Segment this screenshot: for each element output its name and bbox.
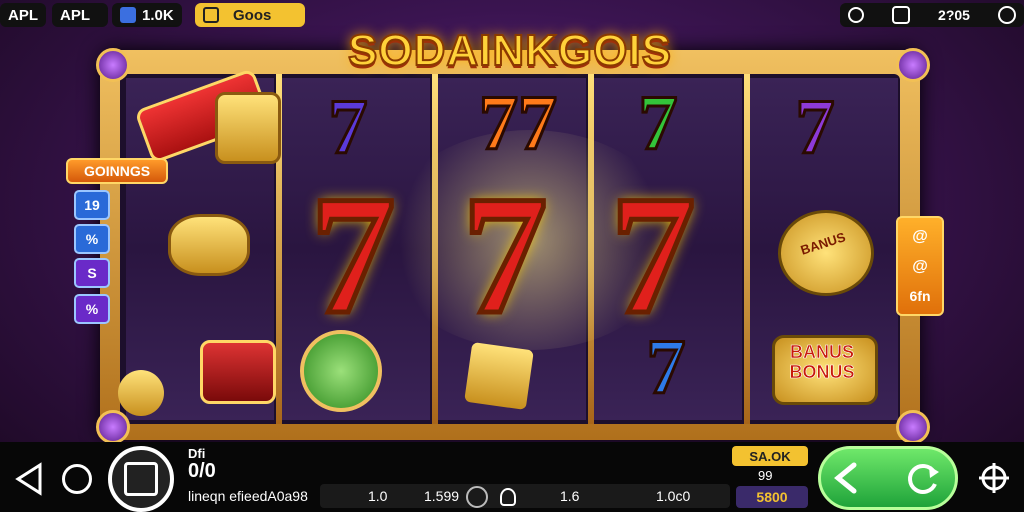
seven-symbol: 7 <box>794 83 836 170</box>
info-text: lineqn efieedA0a98 <box>188 488 308 504</box>
stat-1: 1.0 <box>368 488 388 504</box>
bonus-label-1: BANUS <box>789 342 855 363</box>
wallet-icon <box>203 7 219 23</box>
stat-2: 1.599 <box>424 488 460 504</box>
gold-badge-label: Goos <box>233 6 272 24</box>
camera-icon[interactable] <box>466 486 488 508</box>
gem-ornament <box>96 48 130 82</box>
gold-cup-symbol <box>215 92 281 164</box>
crosshair-icon[interactable] <box>978 462 1010 494</box>
refresh-icon[interactable] <box>904 460 942 498</box>
side-button-2[interactable]: % <box>74 224 110 254</box>
winnings-header: GOINNGS <box>66 158 168 184</box>
big-seven-symbol: 7 <box>308 161 398 349</box>
coin-symbol <box>118 370 164 416</box>
gem-ornament <box>96 410 130 444</box>
left-arrow-icon[interactable] <box>832 462 860 494</box>
right-panel-button-2[interactable]: @ <box>896 258 944 276</box>
right-panel-button-3[interactable]: 6fn <box>896 288 944 304</box>
game-title: SODAINKGOIS <box>347 25 672 76</box>
win-count: 99 <box>758 468 773 483</box>
stat-3: 1.6 <box>560 488 580 504</box>
drum-symbol <box>200 340 276 404</box>
gem-ornament <box>896 410 930 444</box>
power-icon[interactable] <box>62 464 92 494</box>
blue-seven-symbol: 7 <box>645 323 687 410</box>
close-icon[interactable] <box>997 6 1016 24</box>
gem-ornament <box>896 48 930 82</box>
status-right: 2?05 <box>840 3 1024 27</box>
big-seven-symbol: 7 <box>608 161 698 349</box>
coins-badge[interactable]: 1.0K <box>112 3 182 27</box>
side-button-3[interactable]: S <box>74 258 110 288</box>
seven-symbol: 77 <box>478 79 559 166</box>
gold-badge[interactable]: Goos <box>195 3 305 27</box>
bell-icon[interactable] <box>500 488 516 506</box>
reel-divider <box>744 74 750 424</box>
big-seven-symbol: 7 <box>460 161 550 349</box>
search-icon[interactable] <box>848 7 864 23</box>
gold-bag-symbol <box>464 341 534 411</box>
stop-icon[interactable] <box>892 6 911 24</box>
gold-pot-symbol <box>168 214 250 276</box>
right-panel-button-1[interactable]: @ <box>896 228 944 246</box>
seven-symbol: 7 <box>637 79 679 166</box>
green-coin-symbol <box>300 330 382 412</box>
clock-label: 2?05 <box>938 7 970 23</box>
win-badge: SA.OK <box>732 446 808 466</box>
seven-symbol: 7 <box>327 83 369 170</box>
back-icon[interactable] <box>14 462 44 496</box>
bonus-label-2: BONUS <box>789 362 855 383</box>
grid-icon <box>124 462 158 496</box>
status-label-1: APL <box>0 3 46 27</box>
bet-label: Dfi <box>188 446 206 461</box>
bet-value: 0/0 <box>188 460 216 482</box>
stat-4: 1.0c0 <box>656 488 691 504</box>
side-button-1[interactable]: 19 <box>74 190 110 220</box>
coins-badge-label: 1.0K <box>142 6 174 24</box>
status-label-2: APL <box>52 3 108 27</box>
credit-badge: 5800 <box>736 486 808 508</box>
app-icon <box>120 7 136 23</box>
side-button-4[interactable]: % <box>74 294 110 324</box>
